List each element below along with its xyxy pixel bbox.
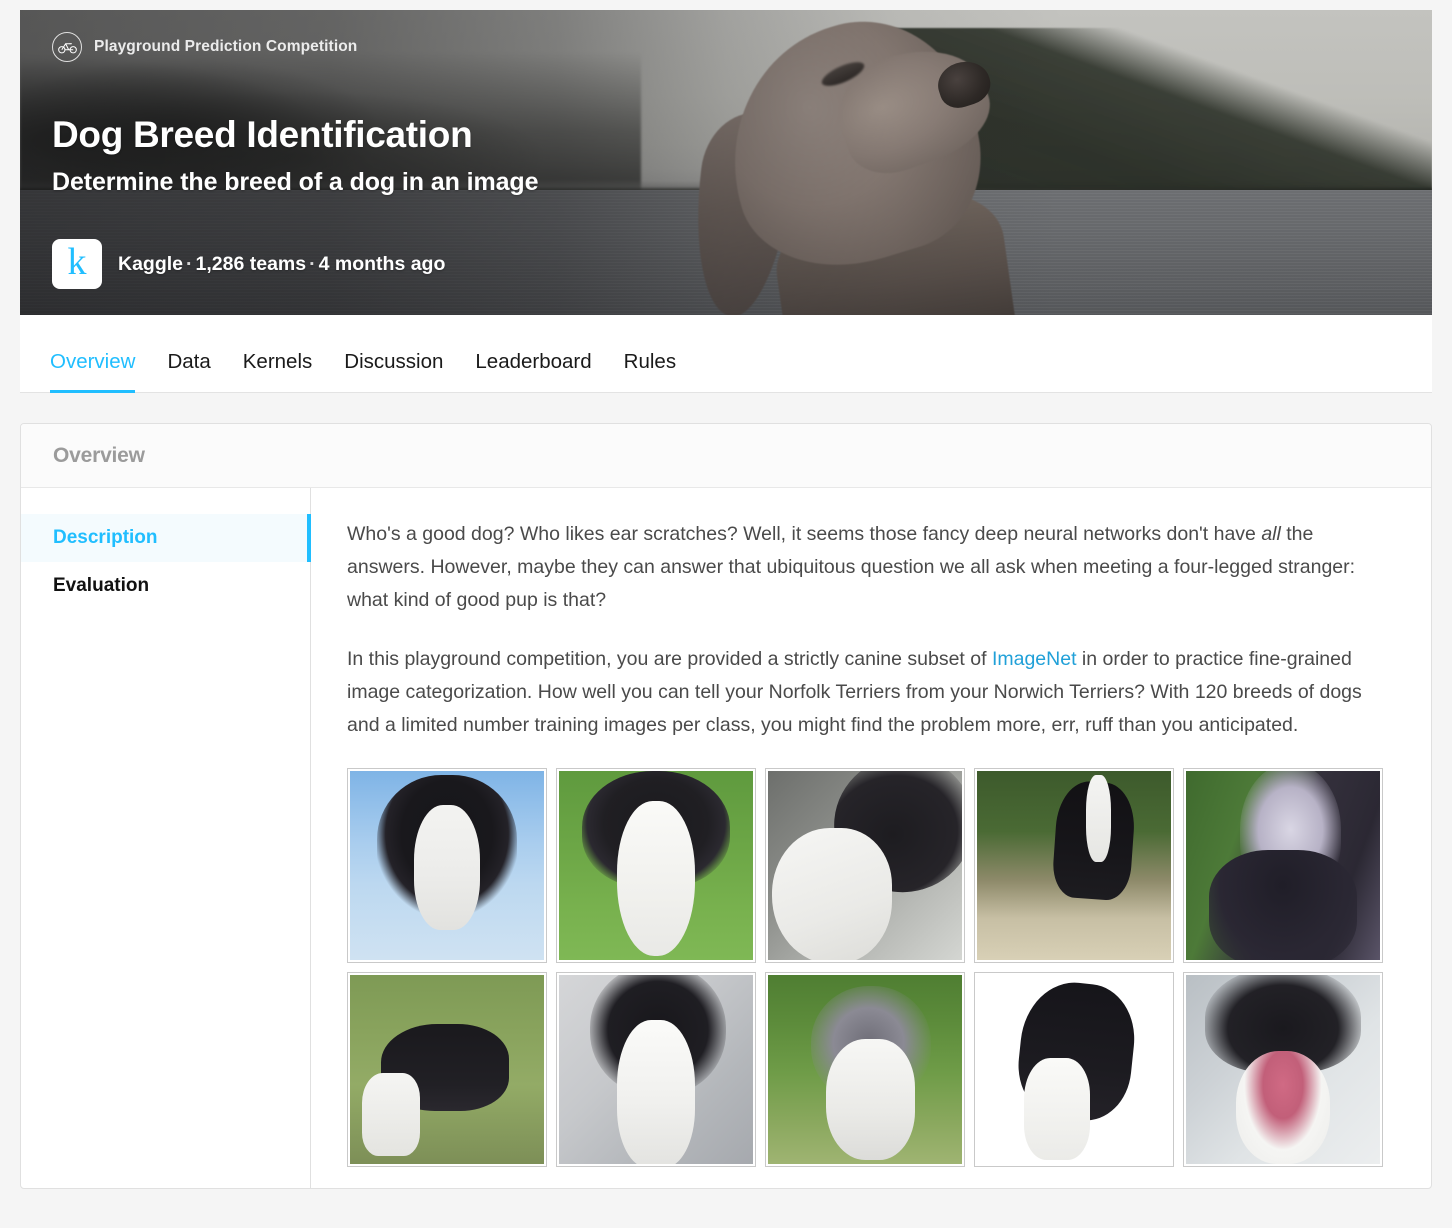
sample-image-10 bbox=[1183, 972, 1383, 1167]
sidebar-item-evaluation[interactable]: Evaluation bbox=[21, 562, 311, 610]
page-subtitle: Determine the breed of a dog in an image bbox=[52, 168, 1432, 197]
border-collie-photo-2 bbox=[559, 771, 753, 960]
overview-card-header: Overview bbox=[21, 424, 1431, 488]
teams-count: 1,286 teams bbox=[196, 253, 307, 275]
hero-content: Playground Prediction Competition Dog Br… bbox=[52, 10, 1432, 315]
competition-meta: k Kaggle·1,286 teams·4 months ago bbox=[52, 239, 1432, 289]
border-collie-photo-1 bbox=[350, 771, 544, 960]
sample-image-7 bbox=[556, 972, 756, 1167]
page-title: Dog Breed Identification bbox=[52, 114, 1432, 156]
imagenet-link[interactable]: ImageNet bbox=[992, 648, 1077, 670]
meta-separator-1: · bbox=[183, 253, 196, 275]
competition-meta-text: Kaggle·1,286 teams·4 months ago bbox=[118, 253, 445, 276]
sample-image-2 bbox=[556, 768, 756, 963]
description-paragraph-2: In this playground competition, you are … bbox=[347, 643, 1391, 742]
meta-separator-2: · bbox=[306, 253, 319, 275]
overview-sidebar: Description Evaluation bbox=[21, 488, 311, 1188]
tab-discussion[interactable]: Discussion bbox=[344, 350, 443, 392]
competition-age: 4 months ago bbox=[319, 253, 446, 275]
overview-card-title: Overview bbox=[53, 444, 145, 468]
organizer-name: Kaggle bbox=[118, 253, 183, 275]
sidebar-item-description[interactable]: Description bbox=[21, 514, 311, 562]
tab-leaderboard[interactable]: Leaderboard bbox=[475, 350, 591, 392]
border-collie-photo-9 bbox=[977, 975, 1171, 1164]
sample-image-9 bbox=[974, 972, 1174, 1167]
tab-rules[interactable]: Rules bbox=[624, 350, 676, 392]
bicycle-icon bbox=[52, 32, 82, 62]
description-paragraph-1: Who's a good dog? Who likes ear scratche… bbox=[347, 518, 1391, 617]
paragraph-2-text-a: In this playground competition, you are … bbox=[347, 648, 992, 670]
tab-kernels[interactable]: Kernels bbox=[243, 350, 313, 392]
paragraph-1-emphasis: all bbox=[1261, 523, 1281, 545]
border-collie-photo-3 bbox=[768, 771, 962, 960]
competition-type-label: Playground Prediction Competition bbox=[94, 38, 357, 56]
competition-tab-bar: Overview Data Kernels Discussion Leaderb… bbox=[20, 315, 1432, 393]
sample-image-4 bbox=[974, 768, 1174, 963]
overview-card-body: Description Evaluation Who's a good dog?… bbox=[21, 488, 1431, 1188]
border-collie-photo-6 bbox=[350, 975, 544, 1164]
tab-overview[interactable]: Overview bbox=[50, 350, 135, 392]
paragraph-1-text-a: Who's a good dog? Who likes ear scratche… bbox=[347, 523, 1261, 545]
kaggle-logo-icon: k bbox=[52, 239, 102, 289]
sample-image-5 bbox=[1183, 768, 1383, 963]
border-collie-photo-10 bbox=[1186, 975, 1380, 1164]
competition-hero-banner: Playground Prediction Competition Dog Br… bbox=[20, 10, 1432, 315]
sample-image-grid bbox=[347, 768, 1391, 1167]
border-collie-photo-8 bbox=[768, 975, 962, 1164]
tab-data[interactable]: Data bbox=[167, 350, 210, 392]
competition-type-badge: Playground Prediction Competition bbox=[52, 32, 1432, 62]
description-content: Who's a good dog? Who likes ear scratche… bbox=[311, 488, 1431, 1188]
sample-image-3 bbox=[765, 768, 965, 963]
sample-image-6 bbox=[347, 972, 547, 1167]
kaggle-logo-letter: k bbox=[68, 243, 87, 281]
border-collie-photo-7 bbox=[559, 975, 753, 1164]
border-collie-photo-4 bbox=[977, 771, 1171, 960]
overview-card: Overview Description Evaluation Who's a … bbox=[20, 423, 1432, 1189]
border-collie-photo-5 bbox=[1186, 771, 1380, 960]
sample-image-1 bbox=[347, 768, 547, 963]
sample-image-8 bbox=[765, 972, 965, 1167]
